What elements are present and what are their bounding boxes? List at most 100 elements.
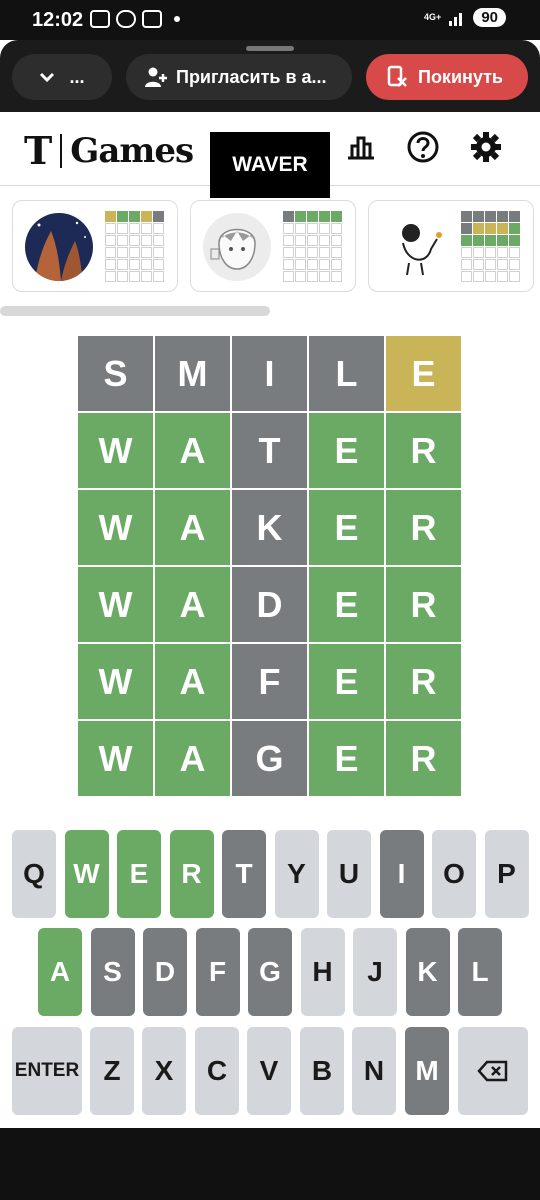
key-z[interactable]: Z bbox=[90, 1027, 134, 1115]
mini-grid-cell bbox=[105, 211, 116, 222]
key-g[interactable]: G bbox=[248, 928, 292, 1016]
key-h[interactable]: H bbox=[300, 928, 345, 1016]
key-k[interactable]: K bbox=[405, 928, 450, 1016]
mini-grid-cell bbox=[319, 271, 330, 282]
collapse-label: ... bbox=[69, 66, 85, 87]
board-tile: D bbox=[232, 567, 307, 642]
board-tile: W bbox=[78, 721, 153, 796]
mini-grid-cell bbox=[153, 271, 164, 282]
mini-grid-cell bbox=[105, 235, 116, 246]
stats-icon[interactable] bbox=[344, 130, 378, 164]
key-y[interactable]: Y bbox=[274, 830, 319, 918]
board-tile: A bbox=[155, 490, 230, 565]
key-f[interactable]: F bbox=[195, 928, 240, 1016]
invite-label: Пригласить в а... bbox=[176, 66, 327, 87]
player-card[interactable] bbox=[12, 200, 178, 292]
mini-grid-cell bbox=[485, 223, 496, 234]
key-enter[interactable]: ENTER bbox=[12, 1027, 82, 1115]
status-bar: 12:02 4G+ 90 bbox=[0, 0, 540, 40]
leave-button[interactable]: Покинуть bbox=[366, 54, 528, 100]
weather-icon bbox=[116, 10, 136, 28]
board-tile: W bbox=[78, 567, 153, 642]
key-x[interactable]: X bbox=[142, 1027, 186, 1115]
key-c[interactable]: C bbox=[195, 1027, 239, 1115]
board-tile: L bbox=[309, 336, 384, 411]
mini-grid-cell bbox=[129, 271, 140, 282]
mini-grid-cell bbox=[307, 223, 318, 234]
status-time: 12:02 bbox=[32, 9, 84, 31]
mini-grid bbox=[461, 211, 520, 282]
key-u[interactable]: U bbox=[327, 830, 371, 918]
mini-grid-cell bbox=[319, 235, 330, 246]
mini-grid-cell bbox=[319, 211, 330, 222]
key-a[interactable]: A bbox=[38, 928, 82, 1016]
key-j[interactable]: J bbox=[353, 928, 397, 1016]
board-tile: R bbox=[386, 721, 461, 796]
mini-grid-cell bbox=[117, 223, 128, 234]
mini-grid-cell bbox=[283, 223, 294, 234]
mini-grid bbox=[105, 211, 164, 282]
invite-button[interactable]: Пригласить в а... bbox=[126, 54, 352, 100]
key-t[interactable]: T bbox=[222, 830, 266, 918]
mini-grid-cell bbox=[105, 259, 116, 270]
player-card[interactable] bbox=[190, 200, 356, 292]
drag-handle[interactable] bbox=[246, 46, 294, 51]
mini-grid-cell bbox=[295, 223, 306, 234]
board-tile: A bbox=[155, 721, 230, 796]
mini-grid-cell bbox=[129, 211, 140, 222]
board-tile: E bbox=[309, 413, 384, 488]
mini-grid-cell bbox=[129, 223, 140, 234]
mini-grid-cell bbox=[497, 211, 508, 222]
settings-gear-icon[interactable] bbox=[469, 130, 503, 164]
status-notification-icons bbox=[90, 10, 180, 28]
nyt-games-logo[interactable]: T Games bbox=[24, 128, 194, 173]
mini-grid-cell bbox=[141, 235, 152, 246]
mini-grid-cell bbox=[497, 235, 508, 246]
mini-grid-cell bbox=[331, 259, 342, 270]
board-tile: F bbox=[232, 644, 307, 719]
key-r[interactable]: R bbox=[169, 830, 214, 918]
logo-divider bbox=[60, 133, 63, 168]
mini-grid-cell bbox=[473, 247, 484, 258]
mini-grid-cell bbox=[497, 271, 508, 282]
key-d[interactable]: D bbox=[143, 928, 187, 1016]
key-backspace[interactable] bbox=[458, 1027, 528, 1115]
key-w[interactable]: W bbox=[64, 830, 109, 918]
player-card[interactable] bbox=[368, 200, 534, 292]
mini-grid-cell bbox=[509, 271, 520, 282]
mini-grid-cell bbox=[473, 235, 484, 246]
mini-grid-cell bbox=[153, 211, 164, 222]
mini-grid-cell bbox=[509, 211, 520, 222]
board-tile: R bbox=[386, 490, 461, 565]
mini-grid-cell bbox=[497, 259, 508, 270]
mini-grid-cell bbox=[461, 211, 472, 222]
mini-grid-cell bbox=[319, 247, 330, 258]
key-l[interactable]: L bbox=[458, 928, 502, 1016]
key-m[interactable]: M bbox=[405, 1027, 449, 1115]
collapse-button[interactable]: ... bbox=[12, 54, 112, 100]
key-e[interactable]: E bbox=[117, 830, 161, 918]
battery-indicator: 90 bbox=[473, 8, 506, 27]
key-p[interactable]: P bbox=[484, 830, 529, 918]
key-b[interactable]: B bbox=[300, 1027, 344, 1115]
key-v[interactable]: V bbox=[247, 1027, 291, 1115]
logo-games: Games bbox=[70, 130, 194, 171]
mini-grid-cell bbox=[461, 271, 472, 282]
mini-grid-cell bbox=[485, 247, 496, 258]
mini-grid-cell bbox=[473, 211, 484, 222]
mini-grid-cell bbox=[283, 259, 294, 270]
backspace-icon bbox=[477, 1060, 508, 1082]
mini-grid-cell bbox=[153, 235, 164, 246]
board-tile: W bbox=[78, 490, 153, 565]
key-s[interactable]: S bbox=[90, 928, 135, 1016]
mini-grid-cell bbox=[141, 247, 152, 258]
mini-grid-cell bbox=[473, 223, 484, 234]
key-n[interactable]: N bbox=[352, 1027, 396, 1115]
key-q[interactable]: Q bbox=[12, 830, 56, 918]
mini-grid-cell bbox=[331, 235, 342, 246]
key-o[interactable]: O bbox=[432, 830, 476, 918]
mini-grid-cell bbox=[153, 223, 164, 234]
help-icon[interactable] bbox=[406, 130, 440, 164]
key-i[interactable]: I bbox=[379, 830, 424, 918]
mini-grid-cell bbox=[473, 259, 484, 270]
